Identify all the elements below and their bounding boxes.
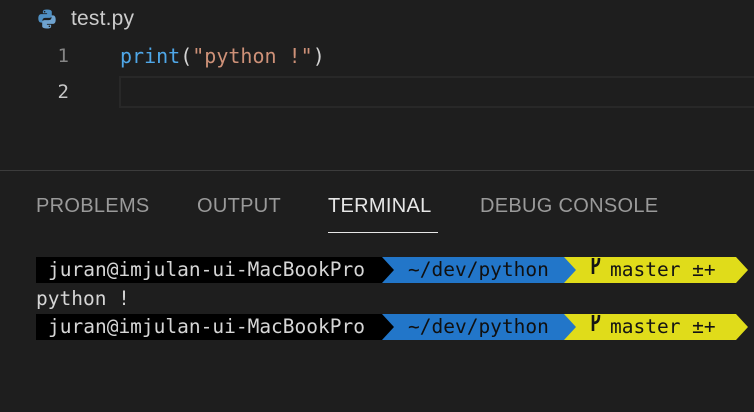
prompt-git-label: master ±+ (610, 258, 716, 281)
editor-pane[interactable]: test.py 1 print("python !") 2 (0, 0, 754, 170)
tab-output[interactable]: OUTPUT (197, 195, 281, 218)
token-paren-open: ( (180, 44, 193, 68)
token-function: print (120, 44, 181, 68)
token-string: "python !" (192, 44, 313, 68)
file-tab[interactable]: test.py (36, 4, 134, 34)
prompt-separator-arrow (382, 257, 394, 283)
line-number: 2 (57, 81, 69, 103)
line-number: 1 (57, 45, 69, 67)
prompt-git-label: master ±+ (610, 315, 716, 338)
prompt-separator-arrow (564, 314, 576, 340)
code-line-1[interactable]: 1 print("python !") (0, 38, 754, 74)
prompt-separator-arrow (382, 314, 394, 340)
prompt-user-segment: juran@imjulan-ui-MacBookPro (36, 257, 382, 283)
token-paren-close: ) (312, 44, 325, 68)
code-line-2[interactable]: 2 (0, 74, 754, 110)
tab-problems[interactable]: PROBLEMS (36, 195, 150, 218)
terminal-prompt: juran@imjulan-ui-MacBookPro ~/dev/python… (36, 257, 754, 283)
git-branch-icon (590, 313, 602, 340)
tab-terminal[interactable]: TERMINAL (328, 195, 432, 218)
prompt-user-segment: juran@imjulan-ui-MacBookPro (36, 314, 382, 340)
code-text[interactable]: print("python !") (120, 44, 325, 68)
file-name: test.py (71, 7, 135, 30)
tab-debug-console[interactable]: DEBUG CONSOLE (480, 195, 658, 218)
git-branch-icon (590, 256, 602, 283)
prompt-separator-arrow (736, 314, 748, 340)
terminal-prompt: juran@imjulan-ui-MacBookPro ~/dev/python… (36, 314, 754, 340)
panel-tab-bar: PROBLEMS OUTPUT TERMINAL DEBUG CONSOLE (0, 171, 754, 241)
prompt-separator-arrow (564, 257, 576, 283)
prompt-separator-arrow (736, 257, 748, 283)
prompt-git-segment: master ±+ (564, 314, 736, 340)
active-tab-indicator (328, 232, 438, 233)
prompt-path-segment: ~/dev/python (382, 314, 572, 340)
prompt-git-segment: master ±+ (564, 257, 736, 283)
python-icon (36, 8, 58, 30)
terminal-output-line: python ! (36, 287, 130, 310)
bottom-panel: PROBLEMS OUTPUT TERMINAL DEBUG CONSOLE j… (0, 171, 754, 412)
prompt-path-segment: ~/dev/python (382, 257, 572, 283)
